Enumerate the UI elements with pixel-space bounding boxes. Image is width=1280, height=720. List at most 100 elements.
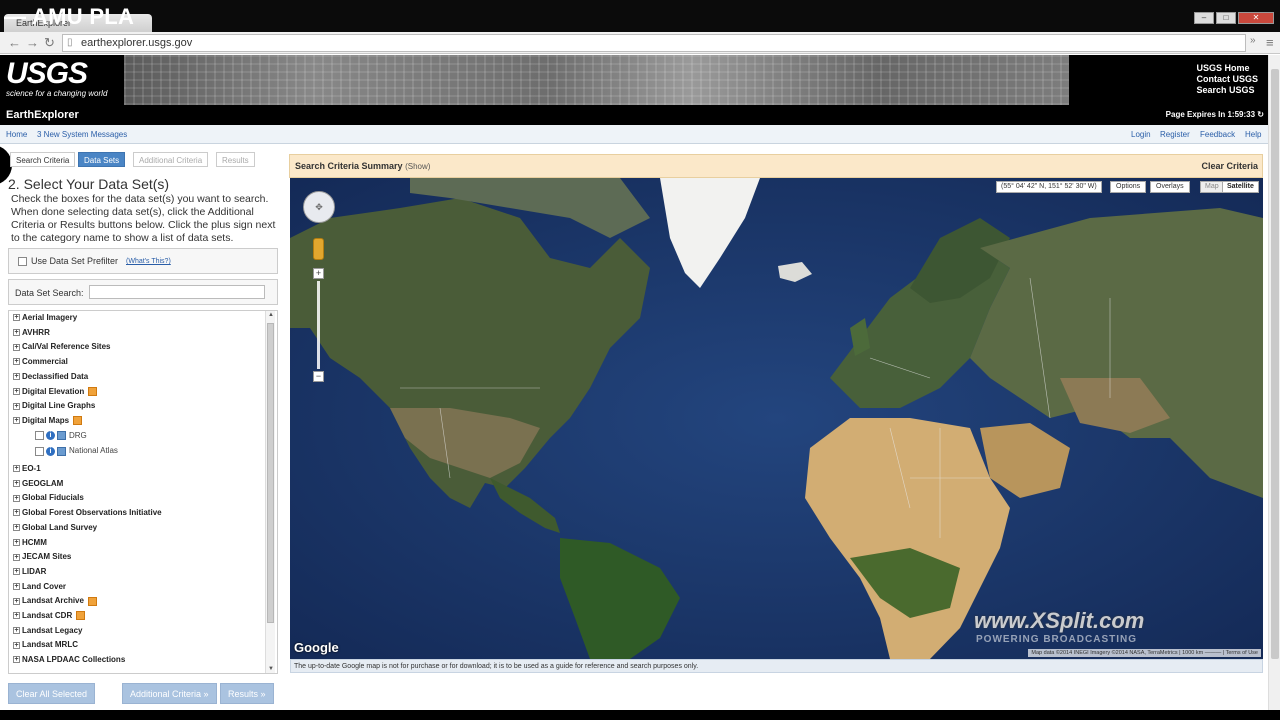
map-overlays-button[interactable]: Overlays <box>1150 181 1190 193</box>
info-icon[interactable]: i <box>46 446 55 456</box>
tree-category[interactable]: + Landsat MRLC <box>13 640 78 649</box>
zoom-out-icon[interactable]: − <box>313 371 324 382</box>
contact-usgs-link[interactable]: Contact USGS <box>1196 74 1258 85</box>
tree-category[interactable]: + Aerial Imagery <box>13 313 77 322</box>
expand-plus-icon[interactable]: + <box>13 494 20 502</box>
expand-plus-icon[interactable]: + <box>13 373 20 381</box>
back-arrow-icon[interactable]: ← <box>8 35 21 50</box>
usgs-logo[interactable]: USGS science for a changing world <box>0 55 124 105</box>
pan-control-icon[interactable]: ✥ <box>303 191 335 223</box>
tree-category[interactable]: + Landsat Legacy <box>13 626 82 635</box>
expand-plus-icon[interactable]: + <box>13 568 20 576</box>
results-button[interactable]: Results » <box>220 683 274 704</box>
expand-plus-icon[interactable]: + <box>13 329 20 337</box>
expand-plus-icon[interactable]: + <box>13 480 20 488</box>
tree-category[interactable]: + Digital Line Graphs <box>13 401 95 410</box>
maximize-icon[interactable]: □ <box>1216 12 1236 24</box>
expand-plus-icon[interactable]: + <box>13 343 20 351</box>
expand-plus-icon[interactable]: + <box>13 509 20 517</box>
expand-plus-icon[interactable]: + <box>13 553 20 561</box>
help-link[interactable]: Help <box>1245 130 1261 139</box>
tree-dataset[interactable]: i National Atlas <box>35 446 118 456</box>
additional-criteria-button[interactable]: Additional Criteria » <box>122 683 217 704</box>
expand-plus-icon[interactable]: + <box>13 656 20 664</box>
expand-plus-icon[interactable]: + <box>13 524 20 532</box>
extensions-icon[interactable]: » <box>1250 35 1256 46</box>
info-icon[interactable]: i <box>46 430 55 440</box>
expand-plus-icon[interactable]: + <box>13 582 20 590</box>
tree-category[interactable]: + LIDAR <box>13 567 46 576</box>
map-type-map-button[interactable]: Map <box>1200 181 1224 193</box>
tab-results[interactable]: Results <box>216 152 255 167</box>
expand-plus-icon[interactable]: + <box>13 538 20 546</box>
tree-category[interactable]: + EO-1 <box>13 464 41 473</box>
expand-plus-icon[interactable]: + <box>13 612 20 620</box>
expand-plus-icon[interactable]: + <box>13 402 20 410</box>
zoom-slider[interactable] <box>317 281 320 369</box>
data-set-search-input[interactable] <box>89 285 265 299</box>
tree-category[interactable]: + Land Cover <box>13 582 66 591</box>
register-link[interactable]: Register <box>1160 130 1190 139</box>
tab-data-sets[interactable]: Data Sets <box>78 152 126 167</box>
tree-category[interactable]: + Global Forest Observations Initiative <box>13 508 162 517</box>
page-scroll-thumb[interactable] <box>1271 69 1279 659</box>
feedback-link[interactable]: Feedback <box>1200 130 1235 139</box>
prefilter-checkbox[interactable] <box>18 257 27 266</box>
tree-category[interactable]: + Landsat Archive <box>13 596 97 606</box>
tree-category[interactable]: + HCMM <box>13 538 47 547</box>
reload-icon[interactable]: ↻ <box>44 35 55 51</box>
tree-category[interactable]: + Global Fiducials <box>13 493 84 502</box>
expand-plus-icon[interactable]: + <box>13 387 20 395</box>
refresh-icon[interactable]: ↻ <box>1257 110 1264 119</box>
dataset-checkbox[interactable] <box>35 446 44 456</box>
summary-show-link[interactable]: (Show) <box>405 162 430 171</box>
tab-search-criteria[interactable]: Search Criteria <box>10 152 76 167</box>
menu-icon[interactable]: ≡ <box>1266 35 1274 50</box>
expand-plus-icon[interactable]: + <box>13 314 20 322</box>
dataset-checkbox[interactable] <box>35 430 44 440</box>
tree-category[interactable]: + AVHRR <box>13 328 50 337</box>
expand-plus-icon[interactable]: + <box>13 417 20 425</box>
tree-category[interactable]: + Landsat CDR <box>13 611 86 621</box>
tree-category[interactable]: + Digital Maps <box>13 416 83 426</box>
map-options-button[interactable]: Options <box>1110 181 1147 193</box>
address-bar[interactable]: ▯ earthexplorer.usgs.gov <box>62 34 1246 52</box>
tree-category[interactable]: + Declassified Data <box>13 372 88 381</box>
minimize-icon[interactable]: – <box>1194 12 1214 24</box>
tree-category[interactable]: + Cal/Val Reference Sites <box>13 342 111 351</box>
street-view-pegman-icon[interactable] <box>313 238 324 260</box>
tree-scroll-thumb[interactable] <box>267 323 274 623</box>
zoom-in-icon[interactable]: + <box>313 268 324 279</box>
tree-dataset[interactable]: i DRG <box>35 431 87 440</box>
login-link[interactable]: Login <box>1131 130 1151 139</box>
map-attribution[interactable]: Map data ©2014 INEGI Imagery ©2014 NASA,… <box>1028 649 1261 657</box>
expand-plus-icon[interactable]: + <box>13 465 20 473</box>
clear-all-selected-button[interactable]: Clear All Selected <box>8 683 96 704</box>
tab-additional-criteria[interactable]: Additional Criteria <box>133 152 209 167</box>
tree-scrollbar[interactable]: ▲ ▼ <box>265 311 275 673</box>
close-icon[interactable]: ✕ <box>1238 12 1274 24</box>
tree-category[interactable]: + NASA LPDAAC Collections <box>13 655 125 664</box>
tree-category[interactable]: + Commercial <box>13 357 68 366</box>
clear-criteria-link[interactable]: Clear Criteria <box>1201 161 1258 171</box>
search-usgs-link[interactable]: Search USGS <box>1196 85 1258 96</box>
expand-plus-icon[interactable]: + <box>13 597 20 605</box>
system-messages-link[interactable]: 3 New System Messages <box>37 130 127 139</box>
show-footprint-icon[interactable] <box>57 430 66 440</box>
tree-category[interactable]: + JECAM Sites <box>13 552 71 561</box>
tree-category[interactable]: + GEOGLAM <box>13 479 63 488</box>
map-view[interactable]: (55° 04' 42" N, 151° 52' 30" W) Options … <box>290 178 1263 659</box>
whats-this-link[interactable]: (What's This?) <box>126 258 171 265</box>
expand-plus-icon[interactable]: + <box>13 358 20 366</box>
usgs-home-link[interactable]: USGS Home <box>1196 63 1258 74</box>
home-link[interactable]: Home <box>6 130 27 139</box>
scroll-up-icon[interactable]: ▲ <box>266 312 276 318</box>
show-footprint-icon[interactable] <box>57 446 66 456</box>
page-scrollbar[interactable] <box>1268 55 1280 710</box>
expand-plus-icon[interactable]: + <box>13 641 20 649</box>
tree-category[interactable]: + Digital Elevation <box>13 387 98 396</box>
tree-category[interactable]: + Global Land Survey <box>13 523 97 532</box>
forward-arrow-icon[interactable]: → <box>26 35 39 50</box>
scroll-down-icon[interactable]: ▼ <box>266 666 276 672</box>
map-type-satellite-button[interactable]: Satellite <box>1222 181 1259 193</box>
